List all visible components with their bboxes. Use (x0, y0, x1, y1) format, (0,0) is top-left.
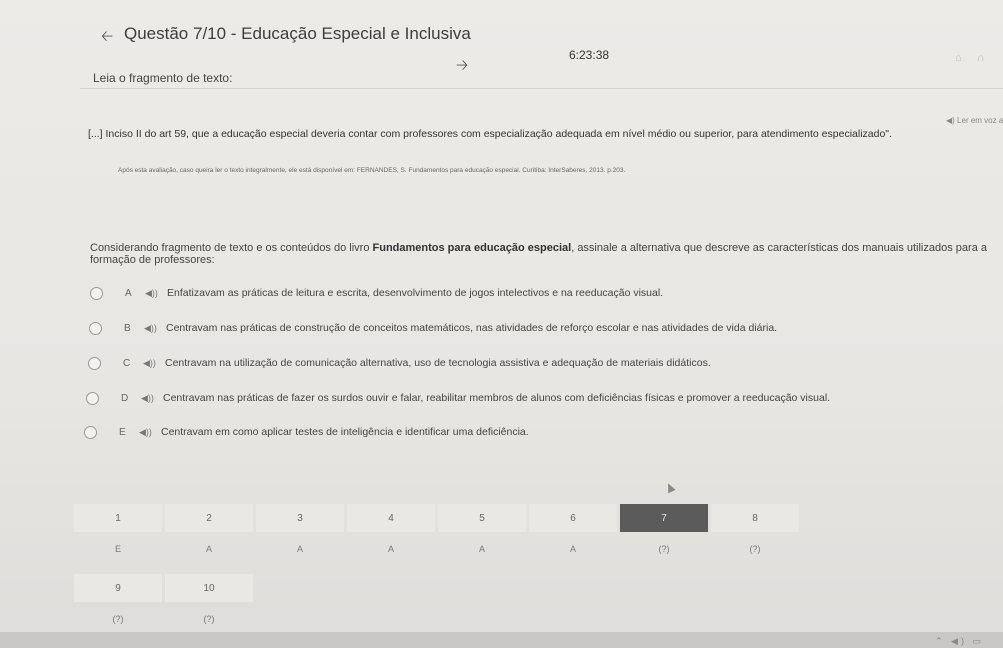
read-label: Leia o fragmento de texto: (93, 71, 233, 85)
nav-question-7[interactable]: 7 (620, 504, 708, 532)
option-text: Enfatizavam as práticas de leitura e esc… (167, 287, 664, 299)
mouse-cursor-icon (664, 481, 676, 494)
nav-question-3[interactable]: 3 (256, 504, 344, 532)
nav-answer-5: A (478, 544, 485, 554)
radio-button[interactable] (88, 356, 101, 370)
arrow-left-icon[interactable]: 🡠 (101, 26, 113, 51)
option-letter: A (125, 287, 132, 299)
nav-question-8[interactable]: 8 (711, 504, 799, 532)
nav-answer-9: (?) (112, 614, 124, 624)
radio-button[interactable] (90, 286, 103, 300)
nav-answer-7: (?) (658, 544, 670, 554)
timer: 6:23:38 (569, 48, 610, 62)
quote-text: [...] Inciso II do art 59, que a educaçã… (88, 128, 892, 140)
nav-answer-6: A (569, 544, 576, 554)
nav-question-9[interactable]: 9 (74, 574, 162, 602)
book-title: Fundamentos para educação especial (372, 242, 572, 254)
option-c[interactable]: C ◀)) Centravam na utilização de comunic… (88, 353, 711, 373)
nav-question-6[interactable]: 6 (529, 504, 617, 532)
option-a[interactable]: A ◀)) Enfatizavam as práticas de leitura… (90, 283, 663, 303)
option-letter: B (124, 322, 131, 334)
option-text: Centravam nas práticas de construção de … (166, 322, 778, 334)
radio-button[interactable] (86, 391, 99, 405)
nav-question-10[interactable]: 10 (165, 574, 253, 602)
speaker-icon[interactable]: ◀)) (144, 323, 166, 334)
nav-answer-4: A (387, 544, 394, 554)
arrow-right-icon[interactable]: 🡢 (456, 55, 468, 80)
nav-question-1[interactable]: 1 (74, 504, 162, 532)
speaker-icon[interactable]: ◀)) (141, 393, 163, 404)
nav-question-5[interactable]: 5 (438, 504, 526, 532)
option-letter: C (123, 357, 131, 369)
taskbar (0, 632, 1003, 648)
speaker-icon[interactable]: ◀)) (139, 427, 161, 438)
nav-answer-8: (?) (749, 544, 761, 554)
option-b[interactable]: B ◀)) Centravam nas práticas de construç… (89, 318, 777, 338)
radio-button[interactable] (89, 321, 102, 335)
listen-button[interactable]: ◀) Ler em voz alta (946, 116, 1003, 125)
nav-question-4[interactable]: 4 (347, 504, 435, 532)
system-tray-icon[interactable]: ⌃ ◀) ▭ (935, 636, 984, 647)
speaker-icon[interactable]: ◀)) (143, 358, 165, 369)
nav-answer-2: A (205, 544, 212, 554)
nav-question-2[interactable]: 2 (165, 504, 253, 532)
question-prompt: Considerando fragmento de texto e os con… (90, 242, 995, 266)
prompt-text: Considerando fragmento de texto e os con… (90, 242, 373, 254)
option-letter: D (121, 392, 129, 404)
question-title: Questão 7/10 - Educação Especial e Inclu… (124, 24, 471, 43)
window-controls-icon[interactable]: ⌂ ∩ (955, 52, 991, 64)
option-text: Centravam em como aplicar testes de inte… (161, 426, 529, 438)
option-text: Centravam na utilização de comunicação a… (165, 357, 711, 369)
nav-answer-3: A (296, 544, 303, 554)
speaker-icon[interactable]: ◀)) (145, 288, 167, 299)
option-e[interactable]: E ◀)) Centravam em como aplicar testes d… (84, 422, 529, 442)
radio-button[interactable] (84, 425, 97, 439)
header-bar: 🡠 Questão 7/10 - Educação Especial e Inc… (0, 0, 1003, 100)
option-d[interactable]: D ◀)) Centravam nas práticas de fazer os… (86, 388, 830, 408)
option-letter: E (119, 426, 126, 438)
header-divider (80, 88, 1003, 89)
source-citation: Após esta avaliação, caso queira ler o t… (118, 167, 626, 174)
nav-answer-10: (?) (203, 614, 215, 624)
option-text: Centravam nas práticas de fazer os surdo… (163, 392, 831, 404)
nav-answer-1: E (114, 544, 121, 554)
